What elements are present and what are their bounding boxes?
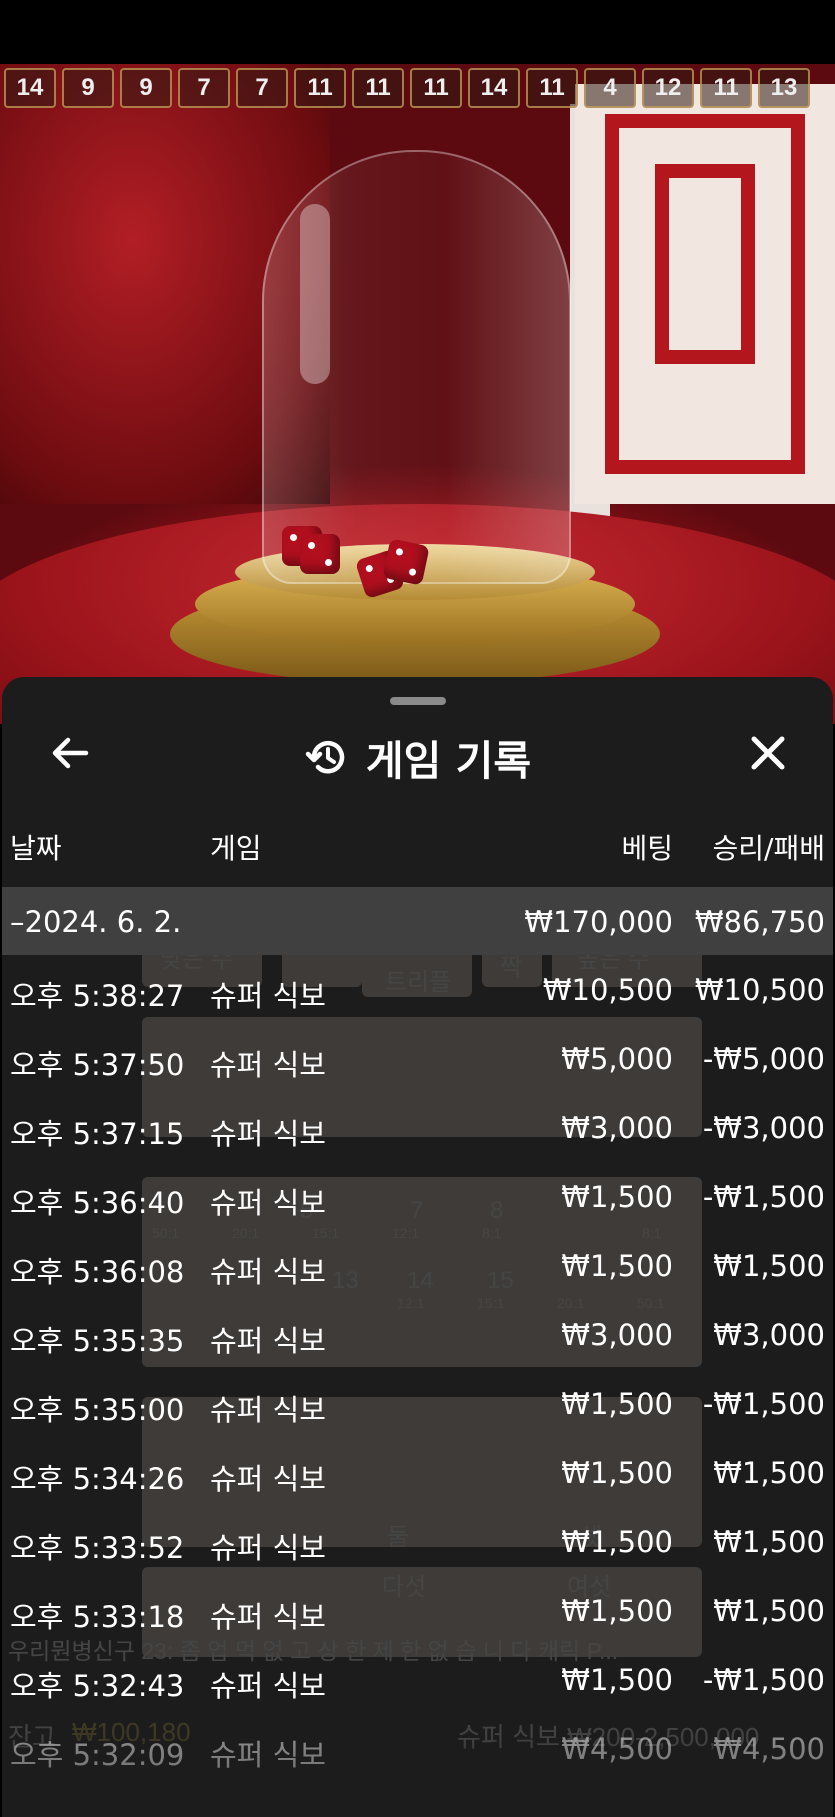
row-time: 오후 5:35:35 (10, 1324, 185, 1358)
row-bet: ₩10,500 (542, 973, 673, 1007)
row-game: 슈퍼 식보 (210, 1462, 326, 1496)
row-game: 슈퍼 식보 (210, 1531, 326, 1565)
row-result: -₩3,000 (702, 1111, 825, 1145)
row-time: 오후 5:38:27 (10, 979, 185, 1013)
table-row[interactable]: 오후 5:38:27 슈퍼 식보 ₩10,500 ₩10,500 (2, 955, 833, 1024)
table-row[interactable]: 오후 5:37:50 슈퍼 식보 ₩5,000 -₩5,000 (2, 1024, 833, 1093)
column-header-game: 게임 (210, 832, 262, 865)
row-time: 오후 5:32:43 (10, 1669, 185, 1703)
date-group-row[interactable]: –2024. 6. 2. ₩170,000 ₩86,750 (2, 887, 833, 955)
row-result: ₩10,500 (694, 973, 825, 1007)
history-number: 13 (758, 68, 810, 108)
row-time: 오후 5:36:40 (10, 1186, 185, 1220)
row-time: 오후 5:33:52 (10, 1531, 185, 1565)
history-number: 4 (584, 68, 636, 108)
row-bet: ₩5,000 (561, 1042, 673, 1076)
row-time: 오후 5:36:08 (10, 1255, 185, 1289)
die (382, 538, 430, 586)
table-row[interactable]: 오후 5:36:08 슈퍼 식보 ₩1,500 ₩1,500 (2, 1231, 833, 1300)
lattice-screen (575, 84, 835, 504)
row-bet: ₩1,500 (561, 1456, 673, 1490)
history-number: 7 (236, 68, 288, 108)
history-number: 11 (352, 68, 404, 108)
row-bet: ₩1,500 (561, 1180, 673, 1214)
row-game: 슈퍼 식보 (210, 1393, 326, 1427)
row-game: 슈퍼 식보 (210, 1600, 326, 1634)
history-number: 9 (62, 68, 114, 108)
row-result: ₩3,000 (713, 1318, 825, 1352)
history-number: 11 (294, 68, 346, 108)
row-game: 슈퍼 식보 (210, 1048, 326, 1082)
history-number: 12 (642, 68, 694, 108)
dome-shine (300, 204, 330, 384)
row-time: 오후 5:35:00 (10, 1393, 185, 1427)
row-result: -₩1,500 (702, 1180, 825, 1214)
close-icon (751, 736, 785, 770)
drag-handle[interactable] (390, 697, 446, 705)
page-title: 게임 기록 (365, 737, 532, 785)
row-result: ₩1,500 (713, 1525, 825, 1559)
group-date: –2024. 6. 2. (10, 905, 182, 939)
row-time: 오후 5:32:09 (10, 1738, 185, 1772)
history-number: 9 (120, 68, 172, 108)
table-row[interactable]: 오후 5:32:43 슈퍼 식보 ₩1,500 -₩1,500 (2, 1645, 833, 1714)
table-row[interactable]: 오후 5:32:09 슈퍼 식보 ₩4,500 ₩4,500 (2, 1714, 833, 1783)
table-row[interactable]: 오후 5:35:00 슈퍼 식보 ₩1,500 -₩1,500 (2, 1369, 833, 1438)
row-time: 오후 5:37:50 (10, 1048, 185, 1082)
group-total-bet: ₩170,000 (524, 905, 673, 939)
history-number: 14 (468, 68, 520, 108)
column-header-date: 날짜 (10, 832, 62, 865)
row-bet: ₩1,500 (561, 1594, 673, 1628)
row-bet: ₩1,500 (561, 1663, 673, 1697)
game-history-sheet: 낮은 수 트리플 짝 높은 수 둘 셋 다섯 여섯 5 7 8 13 14 15… (2, 677, 833, 1817)
history-clock-icon (305, 740, 345, 774)
group-total-result: ₩86,750 (694, 905, 825, 939)
row-game: 슈퍼 식보 (210, 1669, 326, 1703)
row-game: 슈퍼 식보 (210, 1324, 326, 1358)
column-header-result: 승리/패배 (712, 832, 825, 865)
table-row[interactable]: 오후 5:34:26 슈퍼 식보 ₩1,500 ₩1,500 (2, 1438, 833, 1507)
row-game: 슈퍼 식보 (210, 1117, 326, 1151)
table-row[interactable]: 오후 5:35:35 슈퍼 식보 ₩3,000 ₩3,000 (2, 1300, 833, 1369)
row-result: ₩1,500 (713, 1249, 825, 1283)
column-header-bet: 베팅 (621, 832, 673, 865)
die (300, 534, 340, 574)
result-history: 14 9 9 7 7 11 11 11 14 11 4 12 11 13 (4, 68, 810, 108)
live-video (0, 64, 835, 724)
row-game: 슈퍼 식보 (210, 1186, 326, 1220)
row-bet: ₩3,000 (561, 1111, 673, 1145)
row-result: -₩5,000 (702, 1042, 825, 1076)
history-number: 11 (526, 68, 578, 108)
close-button[interactable] (744, 729, 792, 777)
row-result: -₩1,500 (702, 1387, 825, 1421)
row-result: ₩1,500 (713, 1594, 825, 1628)
row-game: 슈퍼 식보 (210, 1255, 326, 1289)
row-result: ₩1,500 (713, 1456, 825, 1490)
table-row[interactable]: 오후 5:33:52 슈퍼 식보 ₩1,500 ₩1,500 (2, 1507, 833, 1576)
row-result: -₩1,500 (702, 1663, 825, 1697)
row-time: 오후 5:37:15 (10, 1117, 185, 1151)
row-bet: ₩3,000 (561, 1318, 673, 1352)
row-time: 오후 5:34:26 (10, 1462, 185, 1496)
history-number: 11 (700, 68, 752, 108)
table-row[interactable]: 오후 5:33:18 슈퍼 식보 ₩1,500 ₩1,500 (2, 1576, 833, 1645)
row-bet: ₩1,500 (561, 1249, 673, 1283)
history-number: 14 (4, 68, 56, 108)
sheet-header: 게임 기록 (2, 727, 833, 787)
row-time: 오후 5:33:18 (10, 1600, 185, 1634)
row-result: ₩4,500 (713, 1732, 825, 1766)
row-game: 슈퍼 식보 (210, 979, 326, 1013)
row-bet: ₩1,500 (561, 1525, 673, 1559)
row-bet: ₩1,500 (561, 1387, 673, 1421)
table-row[interactable]: 오후 5:36:40 슈퍼 식보 ₩1,500 -₩1,500 (2, 1162, 833, 1231)
table-row[interactable]: 오후 5:37:15 슈퍼 식보 ₩3,000 -₩3,000 (2, 1093, 833, 1162)
history-number: 7 (178, 68, 230, 108)
history-number: 11 (410, 68, 462, 108)
row-game: 슈퍼 식보 (210, 1738, 326, 1772)
row-bet: ₩4,500 (561, 1732, 673, 1766)
